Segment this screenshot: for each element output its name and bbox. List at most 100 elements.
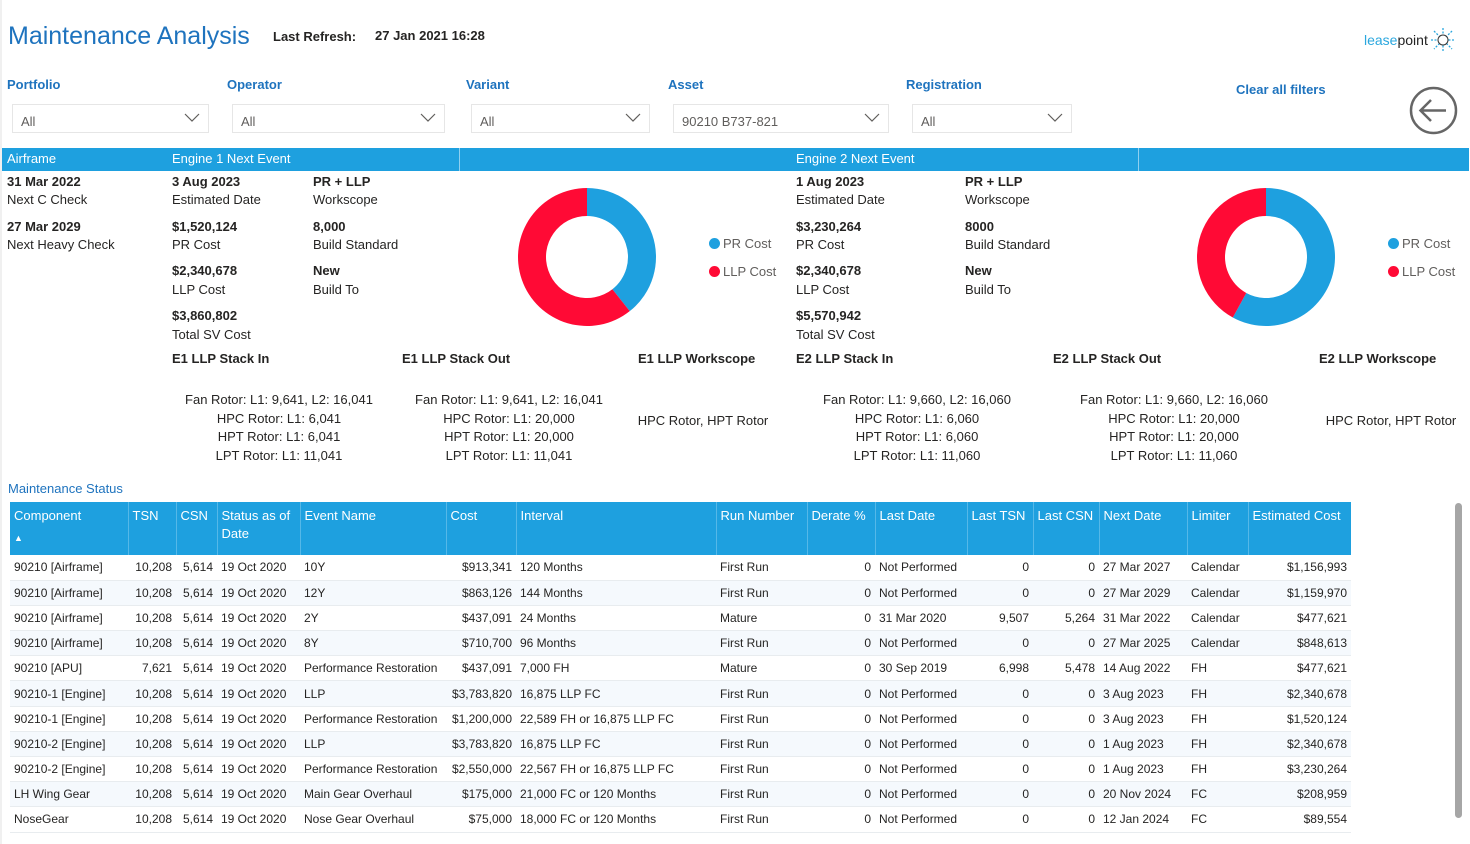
pr-cost-value: $3,230,264	[796, 219, 862, 234]
filter-dropdown-variant[interactable]: All	[471, 104, 650, 133]
column-header[interactable]: Derate %	[807, 502, 876, 555]
llp-stack-in-title: E1 LLP Stack In	[172, 351, 270, 366]
table-cell: 5,614	[176, 781, 217, 808]
table-row[interactable]: 90210-1 [Engine] 10,208 5,614 19 Oct 2020 Pe…	[10, 706, 1351, 732]
divider	[459, 148, 460, 171]
table-row[interactable]: 90210 [APU] 7,621 5,614 19 Oct 2020 Performa…	[10, 655, 1351, 682]
llp-cost-label: LLP Cost	[172, 282, 226, 297]
pr-cost-slice[interactable]	[587, 188, 656, 312]
filter-label-variant: Variant	[466, 77, 510, 92]
table-cell: 90210-1 [Engine]	[10, 706, 128, 732]
filter-dropdown-asset[interactable]: 90210 B737-821	[673, 104, 889, 133]
table-cell: FH	[1187, 731, 1248, 758]
table-scrollbar[interactable]	[1455, 503, 1462, 818]
table-row[interactable]: 90210 [Airframe] 10,208 5,614 19 Oct 2020 12…	[10, 580, 1351, 606]
llp-workscope-value: HPC Rotor, HPT Rotor	[637, 413, 769, 428]
dropdown-value: All	[241, 114, 256, 129]
column-header[interactable]: Event Name	[300, 502, 447, 555]
table-row[interactable]: 90210 [Airframe] 10,208 5,614 19 Oct 2020 2Y…	[10, 605, 1351, 632]
clear-all-filters-link[interactable]: Clear all filters	[1236, 82, 1326, 97]
filter-dropdown-operator[interactable]: All	[232, 104, 445, 133]
table-cell: First Run	[716, 806, 807, 833]
filter-dropdown-registration[interactable]: All	[912, 104, 1072, 133]
table-cell: 27 Mar 2029	[1099, 580, 1187, 606]
llp-stack-in-title: E2 LLP Stack In	[796, 351, 894, 366]
table-cell: $2,340,678	[1248, 680, 1351, 707]
table-cell: 0	[807, 680, 875, 707]
table-cell: 19 Oct 2020	[217, 630, 300, 657]
table-cell: 19 Oct 2020	[217, 756, 300, 783]
table-cell: 19 Oct 2020	[217, 680, 300, 707]
table-row[interactable]: 90210-2 [Engine] 10,208 5,614 19 Oct 2020 LL…	[10, 731, 1351, 758]
legend-item[interactable]: PR Cost	[709, 236, 771, 251]
table-cell: 10,208	[128, 806, 176, 833]
table-row[interactable]: 90210 [Airframe] 10,208 5,614 19 Oct 2020 10…	[10, 555, 1351, 581]
section-header-band: Airframe Engine 1 Next Event Engine 2 Ne…	[2, 148, 1469, 171]
table-cell: FC	[1187, 781, 1248, 808]
column-header[interactable]: Limiter	[1187, 502, 1249, 555]
table-cell: 90210-1 [Engine]	[10, 680, 128, 707]
table-cell: First Run	[716, 781, 807, 808]
table-cell: 0	[1033, 781, 1099, 808]
table-cell: $1,520,124	[1248, 706, 1351, 732]
back-arrow-icon[interactable]	[1409, 86, 1458, 135]
table-cell: 0	[967, 580, 1033, 606]
table-cell: 5,614	[176, 580, 217, 606]
column-header-label: TSN	[132, 508, 159, 523]
legend-dot-icon	[1388, 266, 1399, 277]
column-header[interactable]: Component ▲	[10, 502, 129, 555]
legend-item[interactable]: LLP Cost	[709, 264, 776, 279]
filter-label-portfolio: Portfolio	[7, 77, 61, 92]
table-cell: 27 Mar 2027	[1099, 555, 1187, 581]
table-row[interactable]: LH Wing Gear 10,208 5,614 19 Oct 2020 Main G…	[10, 781, 1351, 808]
table-cell: 0	[807, 731, 875, 758]
llp-cost-label: LLP Cost	[796, 282, 850, 297]
llp-line: HPT Rotor: L1: 6,060	[855, 429, 979, 444]
table-cell: 8Y	[300, 630, 446, 657]
table-cell: $3,230,264	[1248, 756, 1351, 783]
column-header[interactable]: Run Number	[716, 502, 808, 555]
table-cell: 0	[1033, 580, 1099, 606]
legend-item[interactable]: PR Cost	[1388, 236, 1450, 251]
table-cell: 0	[807, 630, 875, 657]
column-header[interactable]: Next Date	[1099, 502, 1188, 555]
column-header[interactable]: Status as of Date	[217, 502, 301, 555]
llp-workscope-title: E1 LLP Workscope	[638, 351, 756, 366]
table-cell: 0	[967, 555, 1033, 581]
workscope-value: PR + LLP	[965, 174, 1023, 189]
table-cell: 10,208	[128, 580, 176, 606]
table-cell: 90210-2 [Engine]	[10, 731, 128, 758]
column-header[interactable]: Estimated Cost	[1248, 502, 1351, 555]
column-header[interactable]: Interval	[516, 502, 717, 555]
column-header[interactable]: Last TSN	[967, 502, 1034, 555]
llp-stack-out-list: Fan Rotor: L1: 9,641, L2: 16,041 HPC Roto…	[409, 391, 609, 465]
table-row[interactable]: 90210-2 [Engine] 10,208 5,614 19 Oct 2020 Pe…	[10, 756, 1351, 783]
column-header[interactable]: CSN	[176, 502, 218, 555]
total-sv-cost-value: $3,860,802	[172, 308, 238, 323]
legend-item[interactable]: LLP Cost	[1388, 264, 1455, 279]
column-header[interactable]: Last Date	[875, 502, 968, 555]
table-cell: 5,614	[176, 756, 217, 783]
table-cell: $913,341	[446, 555, 516, 581]
table-cell: 19 Oct 2020	[217, 731, 300, 758]
last-refresh-value: 27 Jan 2021 16:28	[375, 28, 485, 43]
starburst-icon	[1430, 28, 1455, 52]
column-header[interactable]: TSN	[128, 502, 177, 555]
table-cell: 0	[967, 680, 1033, 707]
table-row[interactable]: 90210-1 [Engine] 10,208 5,614 19 Oct 2020 LL…	[10, 680, 1351, 707]
table-row[interactable]: NoseGear 10,208 5,614 19 Oct 2020 Nose Gear …	[10, 806, 1351, 833]
estimated-date-label: Estimated Date	[796, 192, 885, 207]
table-cell: 0	[807, 706, 875, 732]
table-cell: 5,614	[176, 806, 217, 833]
table-cell: 5,614	[176, 655, 217, 682]
table-cell: 120 Months	[516, 555, 716, 581]
column-header[interactable]: Cost	[446, 502, 517, 555]
column-header[interactable]: Last CSN	[1033, 502, 1100, 555]
table-cell: Main Gear Overhaul	[300, 781, 446, 808]
table-cell: Calendar	[1187, 580, 1248, 606]
table-cell: Performance Restoration	[300, 706, 446, 732]
filter-dropdown-portfolio[interactable]: All	[12, 104, 209, 133]
table-row[interactable]: 90210 [Airframe] 10,208 5,614 19 Oct 2020 8Y…	[10, 630, 1351, 657]
llp-line: LPT Rotor: L1: 11,041	[215, 447, 343, 463]
table-cell: FH	[1187, 655, 1248, 682]
